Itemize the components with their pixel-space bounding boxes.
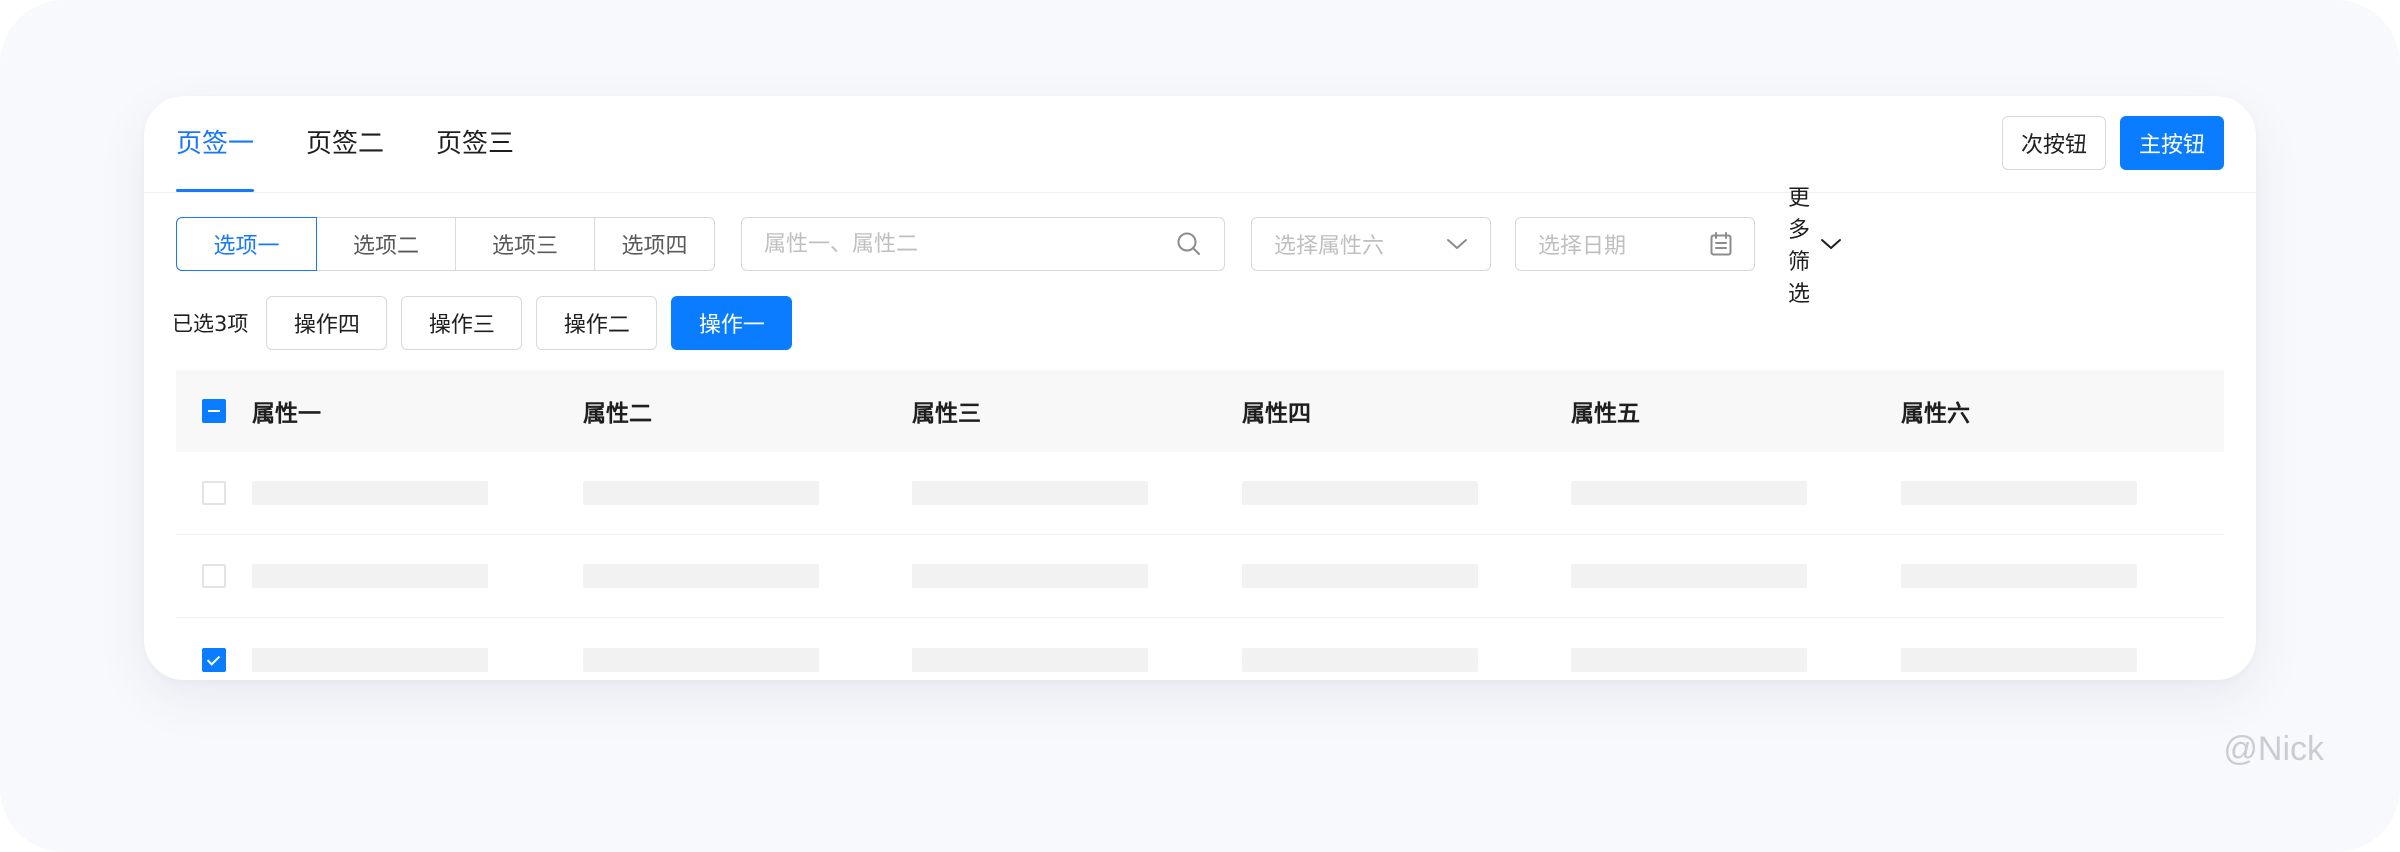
table-row — [176, 452, 2224, 535]
row-checkbox[interactable] — [202, 481, 226, 505]
tab-bar: 页签一 页签二 页签三 — [176, 96, 514, 192]
column-header-label: 属性六 — [1901, 401, 1970, 427]
cell-placeholder — [583, 564, 819, 588]
tab-1[interactable]: 页签一 — [176, 96, 255, 192]
cell-placeholder — [252, 564, 488, 588]
bulk-action-bar: 已选3项 操作四 操作三 操作二 操作一 — [172, 296, 793, 350]
watermark: @Nick — [2223, 730, 2324, 768]
cell — [1901, 535, 2137, 617]
cell-placeholder — [583, 481, 819, 505]
cell — [1571, 535, 1807, 617]
header-actions: 次按钮 主按钮 — [2002, 116, 2224, 170]
cell — [1242, 535, 1478, 617]
selected-count: 已选3项 — [172, 312, 249, 336]
secondary-button[interactable]: 次按钮 — [2002, 116, 2106, 170]
search-icon[interactable] — [1176, 231, 1202, 257]
cell-placeholder — [252, 481, 488, 505]
column-header-label: 属性四 — [1242, 401, 1311, 427]
cell-placeholder — [1571, 564, 1807, 588]
chevron-down-icon — [1446, 237, 1468, 251]
cell-placeholder — [583, 647, 819, 672]
cell-placeholder — [912, 481, 1148, 505]
tab-3[interactable]: 页签三 — [436, 96, 514, 192]
data-table: 属性一 属性二 属性三 属性四 属性五 属性六 — [176, 370, 2224, 680]
segment-option-1[interactable]: 选项一 — [176, 217, 317, 271]
attribute-six-select[interactable]: 选择属性六 — [1251, 217, 1491, 271]
table-header: 属性一 属性二 属性三 属性四 属性五 属性六 — [176, 370, 2224, 452]
cell — [252, 535, 488, 617]
cell — [252, 618, 488, 680]
chevron-down-icon — [1820, 237, 1842, 251]
segment-option-3[interactable]: 选项三 — [455, 217, 595, 271]
cell-placeholder — [1901, 481, 2137, 505]
table-card: 页签一 页签二 页签三 次按钮 主按钮 选项一 选项二 选项三 选项四 属性一、… — [144, 96, 2256, 680]
select-placeholder: 选择属性六 — [1274, 234, 1385, 259]
cell — [1242, 452, 1478, 534]
cell-placeholder — [1242, 481, 1478, 505]
cell — [912, 618, 1148, 680]
segment-option-4[interactable]: 选项四 — [594, 217, 715, 271]
date-picker[interactable]: 选择日期 — [1515, 217, 1755, 271]
cell-placeholder — [1242, 564, 1478, 588]
calendar-icon — [1710, 232, 1732, 256]
column-header-label: 属性一 — [252, 401, 321, 427]
filter-row: 选项一 选项二 选项三 选项四 选择属性六 — [176, 186, 1842, 307]
cell — [1242, 618, 1478, 680]
cell-placeholder — [1901, 647, 2137, 672]
segment-option-2[interactable]: 选项二 — [316, 217, 456, 271]
tab-2[interactable]: 页签二 — [306, 96, 384, 192]
action-three-button[interactable]: 操作三 — [401, 296, 523, 350]
table-row — [176, 535, 2224, 618]
cell — [1901, 452, 2137, 534]
column-header-6: 属性六 — [1901, 370, 1970, 452]
cell-placeholder — [912, 647, 1148, 672]
row-checkbox[interactable] — [202, 564, 226, 588]
column-header-4: 属性四 — [1242, 370, 1311, 452]
select-all-checkbox[interactable] — [202, 399, 226, 423]
column-header-5: 属性五 — [1571, 370, 1640, 452]
more-filters-button[interactable]: 更多筛选 — [1788, 186, 1842, 307]
primary-button[interactable]: 主按钮 — [2120, 116, 2224, 170]
more-filters-label: 更多筛选 — [1788, 186, 1811, 307]
column-header-2: 属性二 — [583, 370, 652, 452]
cell — [252, 452, 488, 534]
date-placeholder: 选择日期 — [1538, 234, 1627, 259]
cell — [583, 618, 819, 680]
column-header-label: 属性五 — [1571, 401, 1640, 427]
row-checkbox[interactable] — [202, 647, 226, 672]
column-header-3: 属性三 — [912, 370, 981, 452]
page-background: 页签一 页签二 页签三 次按钮 主按钮 选项一 选项二 选项三 选项四 属性一、… — [0, 0, 2400, 852]
action-four-button[interactable]: 操作四 — [266, 296, 388, 350]
cell — [1901, 618, 2137, 680]
cell-placeholder — [912, 564, 1148, 588]
cell — [912, 452, 1148, 534]
column-header-label: 属性三 — [912, 401, 981, 427]
cell-placeholder — [1571, 647, 1807, 672]
cell-placeholder — [252, 647, 488, 672]
cell-placeholder — [1242, 647, 1478, 672]
column-header-1: 属性一 — [252, 370, 321, 452]
search-field — [741, 217, 1225, 271]
cell-placeholder — [1571, 481, 1807, 505]
header-divider — [144, 192, 2256, 193]
cell — [1571, 618, 1807, 680]
cell — [912, 535, 1148, 617]
column-header-label: 属性二 — [583, 401, 652, 427]
action-two-button[interactable]: 操作二 — [536, 296, 658, 350]
cell — [583, 535, 819, 617]
action-one-button[interactable]: 操作一 — [671, 296, 793, 350]
cell — [583, 452, 819, 534]
cell-placeholder — [1901, 564, 2137, 588]
table-row — [176, 618, 2224, 680]
cell — [1571, 452, 1807, 534]
search-input[interactable] — [764, 231, 1176, 257]
segmented-control: 选项一 选项二 选项三 选项四 — [176, 217, 715, 271]
